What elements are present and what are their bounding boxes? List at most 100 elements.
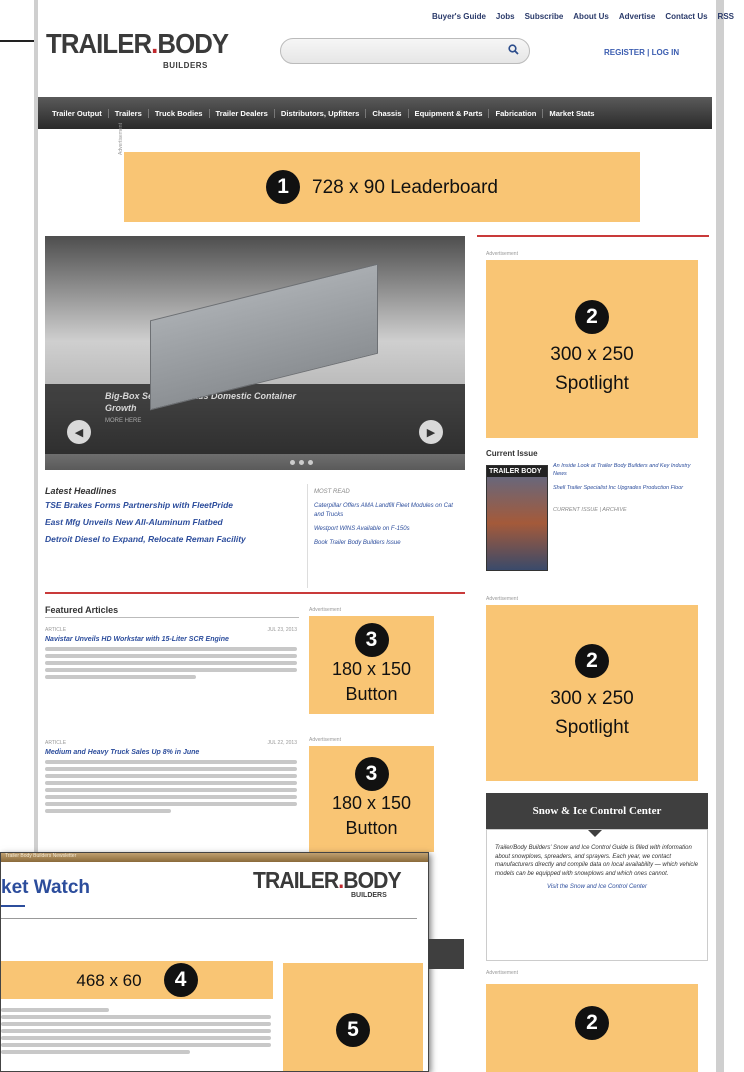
ad-label: Advertisement [309, 607, 341, 613]
issue-link[interactable]: Shell Trailer Specialist Inc Upgrades Pr… [553, 484, 703, 492]
text-line [45, 767, 297, 771]
nav-item-trailers[interactable]: Trailers [109, 108, 149, 118]
spotlight-ad-1[interactable]: 2 300 x 250 Spotlight [486, 260, 698, 438]
ad-label: Advertisement [486, 596, 518, 602]
nav-item-chassis[interactable]: Chassis [366, 108, 409, 118]
text-line [1, 1036, 271, 1040]
button-ad-2[interactable]: 3 180 x 150 Button [309, 746, 434, 852]
ad-size-label: 180 x 150 [331, 659, 412, 679]
nav-item-trailer-dealers[interactable]: Trailer Dealers [210, 108, 275, 118]
nav-item-market-stats[interactable]: Market Stats [543, 109, 600, 118]
annotation-line [0, 40, 38, 42]
banner-ad[interactable]: 468 x 60 4 [1, 961, 273, 999]
featured-article: ARTICLE JUL 23, 2013 Navistar Unveils HD … [45, 627, 297, 682]
next-arrow-icon[interactable]: ▶ [419, 420, 443, 444]
nav-item-equipment[interactable]: Equipment & Parts [409, 108, 490, 118]
text-line [1, 1029, 271, 1033]
most-read-link[interactable]: Book Trailer Body Builders Issue [314, 539, 464, 548]
most-read-list: MOST READ Caterpillar Offers AMA Landfil… [314, 488, 464, 553]
spotlight-ad-3[interactable]: 2 [486, 984, 698, 1072]
button-ad-1[interactable]: 3 180 x 150 Button [309, 616, 434, 714]
slide-dot[interactable] [308, 460, 313, 465]
text-line [45, 760, 297, 764]
text-line [45, 661, 297, 665]
site-logo[interactable]: TRAILER.BODY [46, 28, 229, 59]
headline-link[interactable]: East Mfg Unveils New All-Aluminum Flatbe… [45, 517, 305, 528]
headline-link[interactable]: TSE Brakes Forms Partnership with FleetP… [45, 500, 305, 511]
search-icon[interactable] [508, 43, 519, 58]
snow-ice-heading[interactable]: Snow & Ice Control Center [486, 793, 708, 829]
ad-type-label: Spotlight [555, 717, 629, 738]
most-read-title: MOST READ [314, 489, 350, 495]
ad-label: Advertisement [309, 737, 341, 743]
snow-ice-text: Trailer/Body Builders' Snow and Ice Cont… [495, 845, 699, 877]
utility-link-advertise[interactable]: Advertise [619, 12, 655, 21]
section-rule [477, 235, 709, 237]
utility-link-about[interactable]: About Us [573, 12, 609, 21]
nav-item-trailer-output[interactable]: Trailer Output [46, 108, 109, 118]
text-line [45, 788, 297, 792]
inset-ad-5[interactable]: 5 [283, 963, 423, 1071]
register-login-link[interactable]: REGISTER | LOG IN [604, 48, 679, 57]
issue-cover-image[interactable]: TRAILER BODY [486, 465, 548, 571]
ad-number-badge: 3 [354, 757, 389, 791]
text-line [45, 647, 297, 651]
logo-text-left: TRAILER [253, 867, 339, 893]
inset-rule [1, 918, 417, 919]
article-date: JUL 23, 2013 [267, 627, 297, 633]
nav-item-fabrication[interactable]: Fabrication [489, 108, 544, 118]
utility-link-rss[interactable]: RSS [718, 12, 734, 21]
logo-subtitle: BUILDERS [163, 61, 208, 70]
ad-number-badge: 3 [354, 623, 389, 657]
most-read-link[interactable]: Westport WINS Available on F-150s [314, 525, 464, 534]
spotlight-ad-2[interactable]: 2 300 x 250 Spotlight [486, 605, 698, 781]
ad-label: Advertisement [486, 251, 518, 257]
ad-number-badge: 4 [163, 963, 198, 997]
issue-link[interactable]: An Inside Look at Trailer Body Builders … [553, 462, 703, 478]
ad-size-label: 180 x 150 [331, 793, 412, 813]
most-read-link[interactable]: Caterpillar Offers AMA Landfill Fleet Mo… [314, 502, 464, 520]
utility-link-buyers-guide[interactable]: Buyer's Guide [432, 12, 486, 21]
prev-arrow-icon[interactable]: ◀ [67, 420, 91, 444]
article-meta: ARTICLE JUL 22, 2013 [45, 740, 297, 746]
featured-article: ARTICLE JUL 22, 2013 Medium and Heavy Tru… [45, 740, 297, 816]
featured-articles-title: Featured Articles [45, 605, 119, 615]
ad-size-label: 468 x 60 [76, 970, 142, 990]
issue-cover-title: TRAILER BODY [487, 466, 547, 477]
article-title-link[interactable]: Navistar Unveils HD Workstar with 15-Lit… [45, 635, 297, 644]
current-issue-links: An Inside Look at Trailer Body Builders … [553, 462, 703, 520]
nav-item-truck-bodies[interactable]: Truck Bodies [149, 108, 210, 118]
snow-ice-box: Trailer/Body Builders' Snow and Ice Cont… [486, 829, 708, 961]
featured-rule [45, 617, 299, 618]
text-line [45, 774, 297, 778]
article-title-link[interactable]: Medium and Heavy Truck Sales Up 8% in Ju… [45, 748, 297, 757]
headlines-title: Latest Headlines [45, 486, 117, 496]
partial-heading-bar [428, 939, 464, 969]
slide-dot[interactable] [299, 460, 304, 465]
slide-dot[interactable] [290, 460, 295, 465]
ad-size-label: 300 x 250 [550, 344, 634, 365]
text-line [45, 795, 297, 799]
utility-nav: Buyer's Guide Jobs Subscribe About Us Ad… [432, 12, 734, 21]
issue-archive-link[interactable]: CURRENT ISSUE | ARCHIVE [553, 506, 703, 514]
nav-item-distributors[interactable]: Distributors, Upfitters [275, 108, 367, 118]
snow-ice-link[interactable]: Visit the Snow and Ice Control Center [495, 884, 699, 890]
hero-more-link[interactable]: MORE HERE [105, 418, 141, 424]
leaderboard-ad[interactable]: 1 728 x 90 Leaderboard [124, 152, 640, 222]
logo-text-right: BODY [157, 28, 229, 59]
text-line [1, 1022, 271, 1026]
headline-link[interactable]: Detroit Diesel to Expand, Relocate Reman… [45, 534, 305, 545]
text-line [45, 668, 297, 672]
search-input[interactable] [280, 38, 530, 64]
market-watch-title[interactable]: ket Watch [1, 877, 90, 899]
ad-size-label: 300 x 250 [550, 688, 634, 709]
ad-type-label: Button [345, 684, 398, 704]
ad-number-badge: 5 [336, 1013, 370, 1047]
utility-link-subscribe[interactable]: Subscribe [525, 12, 564, 21]
newsletter-inset: Trailer Body Builders Newsletter ket Wat… [0, 852, 429, 1072]
ad-type-label: Spotlight [555, 373, 629, 394]
utility-link-jobs[interactable]: Jobs [496, 12, 515, 21]
text-line [1, 1015, 271, 1019]
utility-link-contact[interactable]: Contact Us [665, 12, 707, 21]
text-line [1, 1008, 109, 1012]
